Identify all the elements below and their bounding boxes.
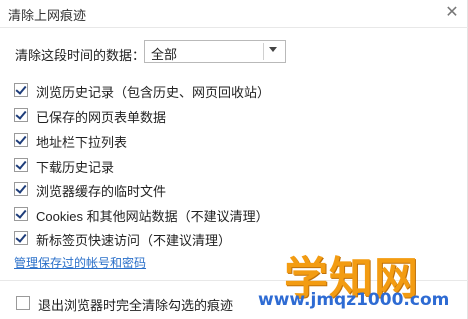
option-label: 浏览器缓存的临时文件 — [36, 184, 167, 199]
option-label: 新标签页快速访问（不建议清理） — [36, 233, 232, 248]
clear-traces-dialog: 清除上网痕迹 ✕ 清除这段时间的数据： 全部 浏览历史记录（包含历史、网页回收站… — [0, 0, 468, 319]
close-icon[interactable]: ✕ — [442, 3, 462, 23]
chevron-down-icon[interactable] — [269, 47, 277, 52]
checkmark-icon — [15, 182, 27, 194]
dialog-title: 清除上网痕迹 — [8, 8, 87, 23]
option-label: 下载历史记录 — [36, 160, 115, 175]
time-range-label: 清除这段时间的数据： — [15, 48, 146, 63]
checkmark-icon — [15, 108, 27, 120]
option-label: 地址栏下拉列表 — [36, 135, 128, 150]
checkmark-icon — [15, 133, 27, 145]
option-label: 已保存的网页表单数据 — [36, 110, 167, 125]
select-separator — [263, 43, 264, 60]
checkbox[interactable] — [14, 182, 28, 196]
checkbox[interactable] — [14, 133, 28, 147]
checkbox[interactable] — [14, 83, 28, 97]
checkbox[interactable] — [14, 207, 28, 221]
divider — [0, 27, 468, 28]
checkmark-icon — [15, 158, 27, 170]
checkmark-icon — [15, 231, 27, 243]
checkbox[interactable] — [14, 158, 28, 172]
option-label: 浏览历史记录（包含历史、网页回收站） — [36, 85, 271, 100]
time-range-value: 全部 — [151, 47, 178, 62]
checkbox[interactable] — [14, 231, 28, 245]
option-label: Cookies 和其他网站数据（不建议清理） — [36, 209, 269, 224]
manage-passwords-link[interactable]: 管理保存过的帐号和密码 — [14, 254, 146, 271]
checkbox[interactable] — [14, 108, 28, 122]
option-label: 退出浏览器时完全清除勾选的痕迹 — [38, 298, 234, 313]
watermark-url: www.jmqz1000.com — [258, 290, 450, 310]
checkmark-icon — [15, 207, 27, 219]
title-bar: 清除上网痕迹 ✕ — [0, 0, 468, 26]
checkbox[interactable] — [16, 296, 30, 310]
time-range-select[interactable]: 全部 — [144, 40, 286, 63]
checkmark-icon — [15, 83, 27, 95]
